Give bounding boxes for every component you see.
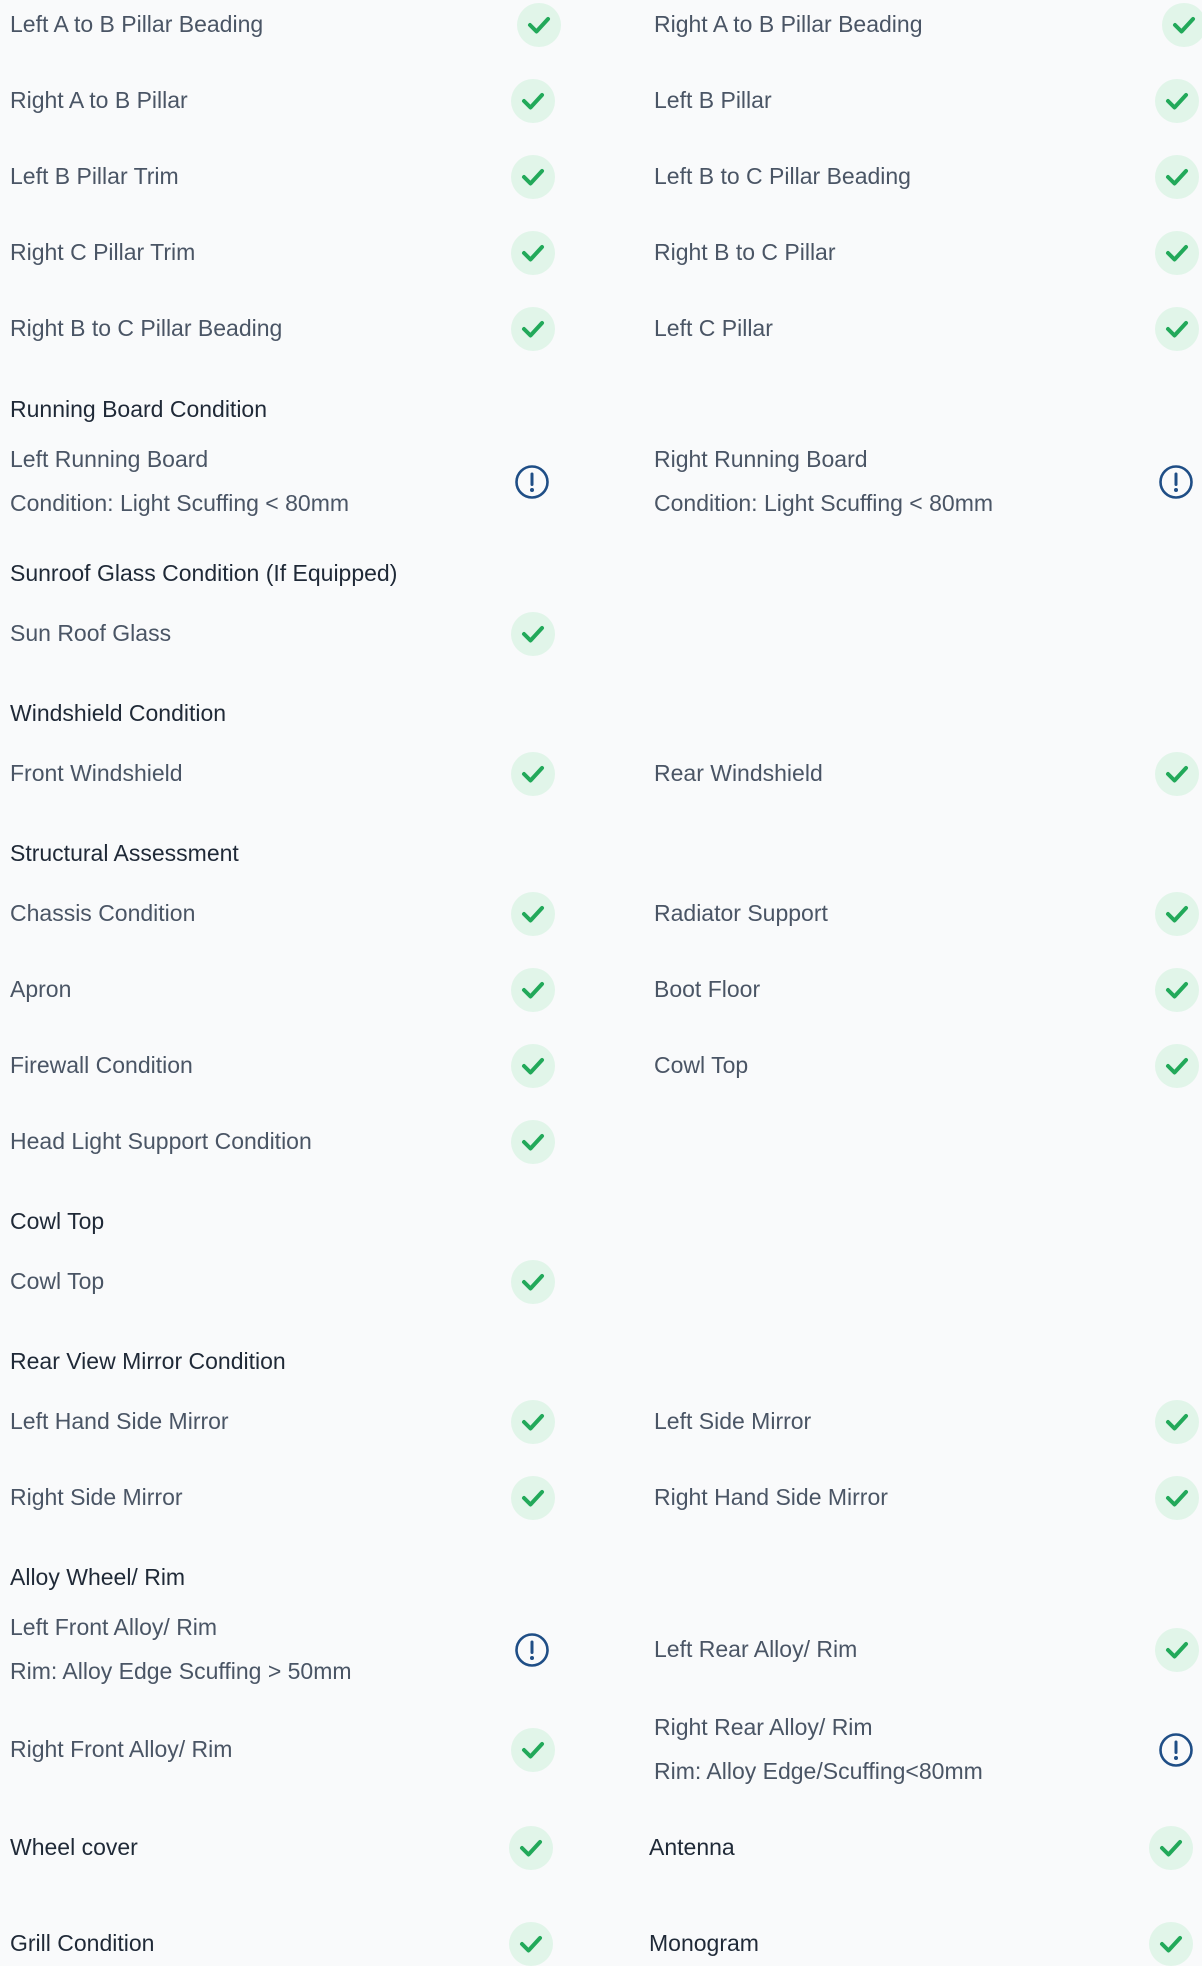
item-label: Left B Pillar: [654, 87, 772, 113]
check-circle-icon: [1155, 155, 1199, 199]
item-label: Left Front Alloy/ Rim: [10, 1614, 218, 1640]
item-label: Monogram: [649, 1930, 759, 1956]
item-label: Rear Windshield: [654, 760, 823, 786]
item-label: Right B to C Pillar Beading: [10, 315, 283, 341]
item-label: Grill Condition: [10, 1930, 155, 1956]
check-circle-icon: [511, 155, 555, 199]
item-label: Left Rear Alloy/ Rim: [654, 1636, 858, 1662]
section-heading: Cowl Top: [10, 1208, 105, 1234]
item-label: Right A to B Pillar Beading: [654, 11, 923, 37]
exclamation-circle-icon: [514, 464, 550, 500]
check-circle-icon: [1155, 968, 1199, 1012]
item-label: Boot Floor: [654, 976, 761, 1002]
check-circle-icon: [1155, 1476, 1199, 1520]
check-circle-icon: [1155, 79, 1199, 123]
section-heading: Alloy Wheel/ Rim: [10, 1564, 186, 1590]
section-heading: Structural Assessment: [10, 840, 239, 866]
section-heading: Rear View Mirror Condition: [10, 1348, 286, 1374]
item-label: Right C Pillar Trim: [10, 239, 196, 265]
item-detail: Rim: Alloy Edge Scuffing > 50mm: [10, 1658, 352, 1684]
check-circle-icon: [511, 1728, 555, 1772]
section-heading: Sunroof Glass Condition (If Equipped): [10, 560, 398, 586]
exclamation-circle-icon: [1158, 1732, 1194, 1768]
item-label: Right B to C Pillar: [654, 239, 836, 265]
check-circle-icon: [1155, 1044, 1199, 1088]
item-label: Left Running Board: [10, 446, 209, 472]
item-label: Right Front Alloy/ Rim: [10, 1736, 233, 1762]
section-heading: Running Board Condition: [10, 396, 268, 422]
check-circle-icon: [511, 612, 555, 656]
item-label: Radiator Support: [654, 900, 828, 926]
item-label: Left A to B Pillar Beading: [10, 11, 264, 37]
check-circle-icon: [1155, 307, 1199, 351]
item-detail: Condition: Light Scuffing < 80mm: [654, 490, 994, 516]
item-label: Left C Pillar: [654, 315, 773, 341]
item-label: Left B Pillar Trim: [10, 163, 179, 189]
item-label: Apron: [10, 976, 72, 1002]
check-circle-icon: [1155, 1628, 1199, 1672]
check-circle-icon: [511, 1044, 555, 1088]
item-label: Front Windshield: [10, 760, 183, 786]
item-label: Firewall Condition: [10, 1052, 193, 1078]
item-label: Antenna: [649, 1834, 735, 1860]
exclamation-circle-icon: [514, 1632, 550, 1668]
check-circle-icon: [1149, 1826, 1193, 1870]
item-detail: Rim: Alloy Edge/Scuffing<80mm: [654, 1758, 983, 1784]
check-circle-icon: [509, 1826, 553, 1870]
item-label: Cowl Top: [10, 1268, 105, 1294]
item-label: Left B to C Pillar Beading: [654, 163, 911, 189]
check-circle-icon: [1155, 752, 1199, 796]
item-label: Wheel cover: [10, 1834, 138, 1860]
section-heading: Windshield Condition: [10, 700, 227, 726]
check-circle-icon: [511, 1120, 555, 1164]
item-label: Head Light Support Condition: [10, 1128, 312, 1154]
item-label: Right Hand Side Mirror: [654, 1484, 888, 1510]
item-label: Left Side Mirror: [654, 1408, 812, 1434]
item-label: Cowl Top: [654, 1052, 749, 1078]
check-circle-icon: [1155, 231, 1199, 275]
check-circle-icon: [509, 1922, 553, 1966]
check-circle-icon: [511, 79, 555, 123]
item-label: Chassis Condition: [10, 900, 196, 926]
check-circle-icon: [511, 892, 555, 936]
check-circle-icon: [511, 231, 555, 275]
check-circle-icon: [1162, 3, 1202, 47]
check-circle-icon: [517, 3, 561, 47]
check-circle-icon: [1155, 1400, 1199, 1444]
item-label: Right Rear Alloy/ Rim: [654, 1714, 873, 1740]
item-label: Right Side Mirror: [10, 1484, 183, 1510]
exclamation-circle-icon: [1158, 464, 1194, 500]
check-circle-icon: [1149, 1922, 1193, 1966]
check-circle-icon: [511, 968, 555, 1012]
check-circle-icon: [511, 752, 555, 796]
item-label: Sun Roof Glass: [10, 620, 172, 646]
check-circle-icon: [511, 307, 555, 351]
item-detail: Condition: Light Scuffing < 80mm: [10, 490, 350, 516]
check-circle-icon: [1155, 892, 1199, 936]
check-circle-icon: [511, 1400, 555, 1444]
item-label: Right Running Board: [654, 446, 868, 472]
check-circle-icon: [511, 1476, 555, 1520]
item-label: Right A to B Pillar: [10, 87, 188, 113]
item-label: Left Hand Side Mirror: [10, 1408, 229, 1434]
check-circle-icon: [511, 1260, 555, 1304]
